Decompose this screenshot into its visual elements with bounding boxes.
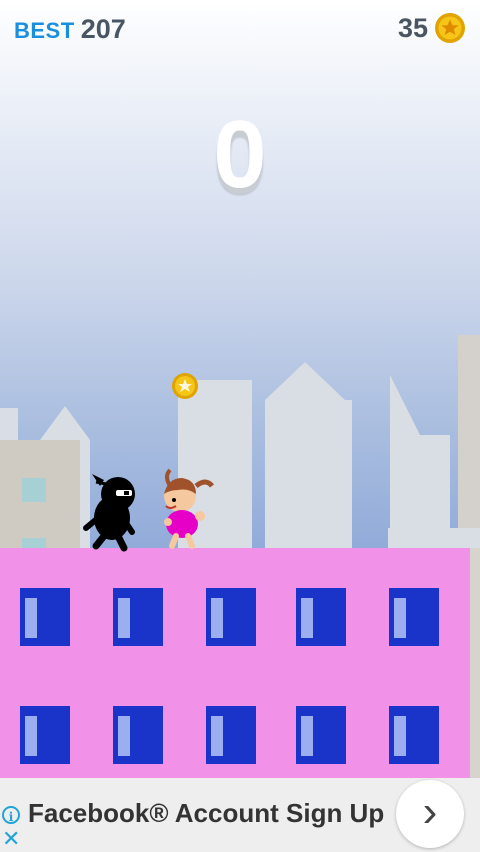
- chevron-right-icon[interactable]: ›: [396, 780, 464, 848]
- best-score: BEST 207: [14, 14, 126, 45]
- coin-count: 35: [397, 12, 428, 43]
- star-coin-icon: [435, 13, 465, 43]
- best-label: BEST: [14, 18, 75, 43]
- info-icon[interactable]: i: [2, 806, 20, 824]
- ninja-character: [83, 474, 135, 552]
- skyline: [0, 335, 480, 550]
- coin-counter: 35: [398, 12, 466, 44]
- pink-building: [0, 548, 480, 780]
- best-value: 207: [80, 14, 126, 44]
- close-icon[interactable]: ✕: [2, 828, 20, 850]
- current-score: 0: [213, 101, 267, 208]
- floating-coin-icon: [172, 373, 198, 399]
- ad-text[interactable]: Facebook® Account Sign Up: [28, 798, 384, 829]
